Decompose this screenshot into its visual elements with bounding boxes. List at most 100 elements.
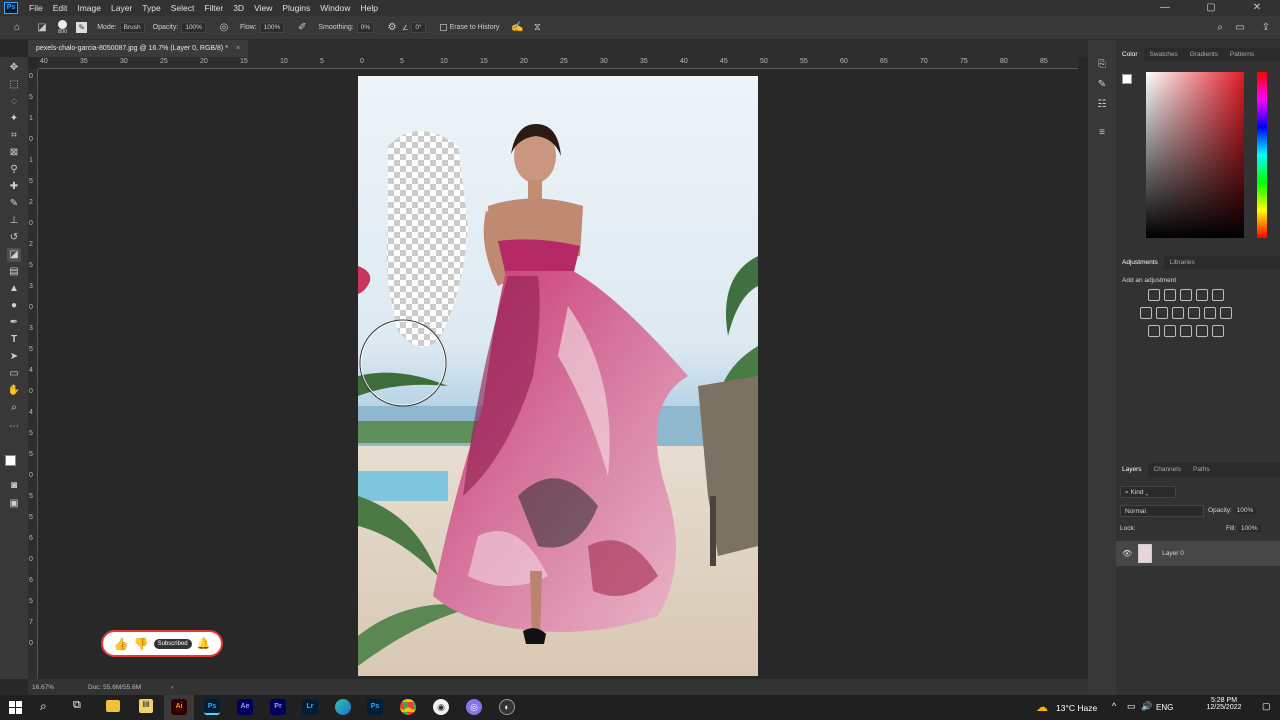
store-icon[interactable]: ▤ xyxy=(139,699,153,713)
home-icon[interactable]: ⌂ xyxy=(10,21,24,35)
smoothing-field[interactable]: 0% xyxy=(356,22,375,33)
network-icon[interactable]: ▭ xyxy=(1127,701,1136,712)
pressure-size-icon[interactable]: ✍ xyxy=(510,21,524,35)
color-fg-swatch[interactable] xyxy=(1122,74,1132,84)
menu-help[interactable]: Help xyxy=(355,0,382,16)
tab-layers[interactable]: Layers xyxy=(1116,463,1148,477)
tab-adjustments[interactable]: Adjustments xyxy=(1116,256,1164,270)
pressure-opacity-icon[interactable]: ◎ xyxy=(217,21,231,35)
chrome-icon[interactable] xyxy=(400,699,416,715)
menu-plugins[interactable]: Plugins xyxy=(277,0,315,16)
app-icon-purple[interactable]: ◎ xyxy=(466,699,482,715)
language-indicator[interactable]: ENG xyxy=(1156,703,1173,712)
zoom-level[interactable]: 16.67% xyxy=(32,684,82,691)
dodge-tool-icon[interactable]: ● xyxy=(7,299,21,313)
menu-image[interactable]: Image xyxy=(72,0,106,16)
bell-icon[interactable]: 🔔 xyxy=(197,637,211,650)
gradient-tool-icon[interactable]: ▤ xyxy=(7,265,21,279)
tray-expand-icon[interactable]: ^ xyxy=(1112,701,1116,711)
screen-mode-icon[interactable]: ▣ xyxy=(7,497,21,511)
after-effects-icon[interactable]: Ae xyxy=(237,699,253,715)
close-window-icon[interactable]: ✕ xyxy=(1234,0,1280,16)
share-icon[interactable]: ⇪ xyxy=(1259,21,1273,35)
eyedropper-tool-icon[interactable]: ⚲ xyxy=(7,163,21,177)
photoshop-logo-icon[interactable]: Ps xyxy=(4,2,18,14)
lightroom-icon[interactable]: Lr xyxy=(302,699,318,715)
eraser-tool-icon[interactable]: ◪ xyxy=(7,248,21,262)
obs-icon[interactable]: ◐ xyxy=(499,699,515,715)
close-tab-icon[interactable]: × xyxy=(236,40,240,57)
workspace-icon[interactable]: ▭ xyxy=(1233,21,1247,35)
hue-slider[interactable] xyxy=(1257,72,1267,238)
tab-libraries[interactable]: Libraries xyxy=(1164,256,1201,270)
search-icon[interactable]: ⌕ xyxy=(1213,21,1227,35)
adjustment-icons-row-2[interactable] xyxy=(1140,307,1236,319)
document-canvas[interactable] xyxy=(358,76,758,676)
mode-select[interactable]: Brush xyxy=(119,22,145,33)
like-icon[interactable]: 👍 xyxy=(114,637,129,651)
layer-name[interactable]: Layer 0 xyxy=(1162,550,1184,557)
move-tool-icon[interactable]: ✥ xyxy=(7,61,21,75)
airbrush-icon[interactable]: ✐ xyxy=(295,21,309,35)
tab-paths[interactable]: Paths xyxy=(1187,463,1216,477)
tab-patterns[interactable]: Patterns xyxy=(1224,48,1260,62)
opacity-field[interactable]: 100% xyxy=(181,22,206,33)
foreground-color-swatch[interactable] xyxy=(5,455,16,466)
tab-channels[interactable]: Channels xyxy=(1148,463,1187,477)
lasso-tool-icon[interactable]: ◌ xyxy=(7,95,21,109)
menu-edit[interactable]: Edit xyxy=(48,0,73,16)
properties-panel-icon[interactable]: ☷ xyxy=(1095,98,1109,112)
angle-field[interactable]: 0° xyxy=(411,22,426,33)
menu-select[interactable]: Select xyxy=(166,0,200,16)
type-tool-icon[interactable]: T xyxy=(7,333,21,347)
edge-icon[interactable] xyxy=(335,699,351,715)
history-brush-tool-icon[interactable]: ↺ xyxy=(7,231,21,245)
menu-window[interactable]: Window xyxy=(315,0,355,16)
tab-swatches[interactable]: Swatches xyxy=(1144,48,1184,62)
weather-icon[interactable]: ☁ xyxy=(1036,700,1048,714)
document-tab[interactable]: pexels-chalo-garcia-8050087.jpg @ 16.7% … xyxy=(28,40,249,57)
pen-tool-icon[interactable]: ✒ xyxy=(7,316,21,330)
adjustment-icons-row-1[interactable] xyxy=(1148,289,1228,301)
menu-type[interactable]: Type xyxy=(137,0,165,16)
windows-start-icon[interactable] xyxy=(9,701,22,714)
quick-select-tool-icon[interactable]: ✦ xyxy=(7,112,21,126)
menu-filter[interactable]: Filter xyxy=(199,0,228,16)
visibility-eye-icon[interactable]: 👁 xyxy=(1122,549,1132,558)
clock[interactable]: 5:28 PM 12/25/2022 xyxy=(1198,697,1250,711)
crop-tool-icon[interactable]: ⌗ xyxy=(7,129,21,143)
path-select-tool-icon[interactable]: ➤ xyxy=(7,350,21,364)
layer-opacity-field[interactable]: 100% xyxy=(1233,507,1257,514)
weather-text[interactable]: 13°C Haze xyxy=(1056,703,1097,713)
status-expand-icon[interactable]: › xyxy=(171,684,173,691)
subscribed-button[interactable]: Subscribed xyxy=(153,638,192,649)
search-icon[interactable]: ⌕ xyxy=(40,699,47,714)
menu-file[interactable]: File xyxy=(24,0,48,16)
hand-tool-icon[interactable]: ✋ xyxy=(7,384,21,398)
adjustment-icons-row-3[interactable] xyxy=(1148,325,1228,337)
task-view-icon[interactable]: ⧉ xyxy=(73,699,81,712)
volume-icon[interactable]: 🔊 xyxy=(1141,701,1152,712)
more-tools-icon[interactable]: ⋯ xyxy=(7,420,21,434)
zoom-tool-icon[interactable]: ⌕ xyxy=(7,401,21,415)
layer-filter-kind[interactable]: ⌕ Kind ⌄ xyxy=(1120,486,1176,498)
tab-gradients[interactable]: Gradients xyxy=(1184,48,1224,62)
quick-mask-icon[interactable]: ◙ xyxy=(7,479,21,493)
app-icon-white[interactable]: ◉ xyxy=(433,699,449,715)
healing-tool-icon[interactable]: ✚ xyxy=(7,180,21,194)
brush-panel-icon[interactable]: ✎ xyxy=(1095,78,1109,92)
photoshop-2-icon[interactable]: Ps xyxy=(367,699,383,715)
history-panel-icon[interactable]: ⎘ xyxy=(1095,58,1109,72)
symmetry-icon[interactable]: ⧖ xyxy=(530,21,544,35)
brush-tool-icon[interactable]: ✎ xyxy=(7,197,21,211)
notifications-icon[interactable]: ▢ xyxy=(1262,701,1271,712)
fill-field[interactable]: 100% xyxy=(1237,525,1261,532)
photoshop-icon[interactable]: Ps xyxy=(204,699,220,715)
blur-tool-icon[interactable]: ▲ xyxy=(7,282,21,296)
stamp-tool-icon[interactable]: ⊥ xyxy=(7,214,21,228)
frame-tool-icon[interactable]: ⊠ xyxy=(7,146,21,160)
premiere-icon[interactable]: Pr xyxy=(270,699,286,715)
layer-row[interactable]: 👁 Layer 0 xyxy=(1116,541,1280,566)
menu-layer[interactable]: Layer xyxy=(106,0,137,16)
dislike-icon[interactable]: 👎 xyxy=(134,637,149,651)
